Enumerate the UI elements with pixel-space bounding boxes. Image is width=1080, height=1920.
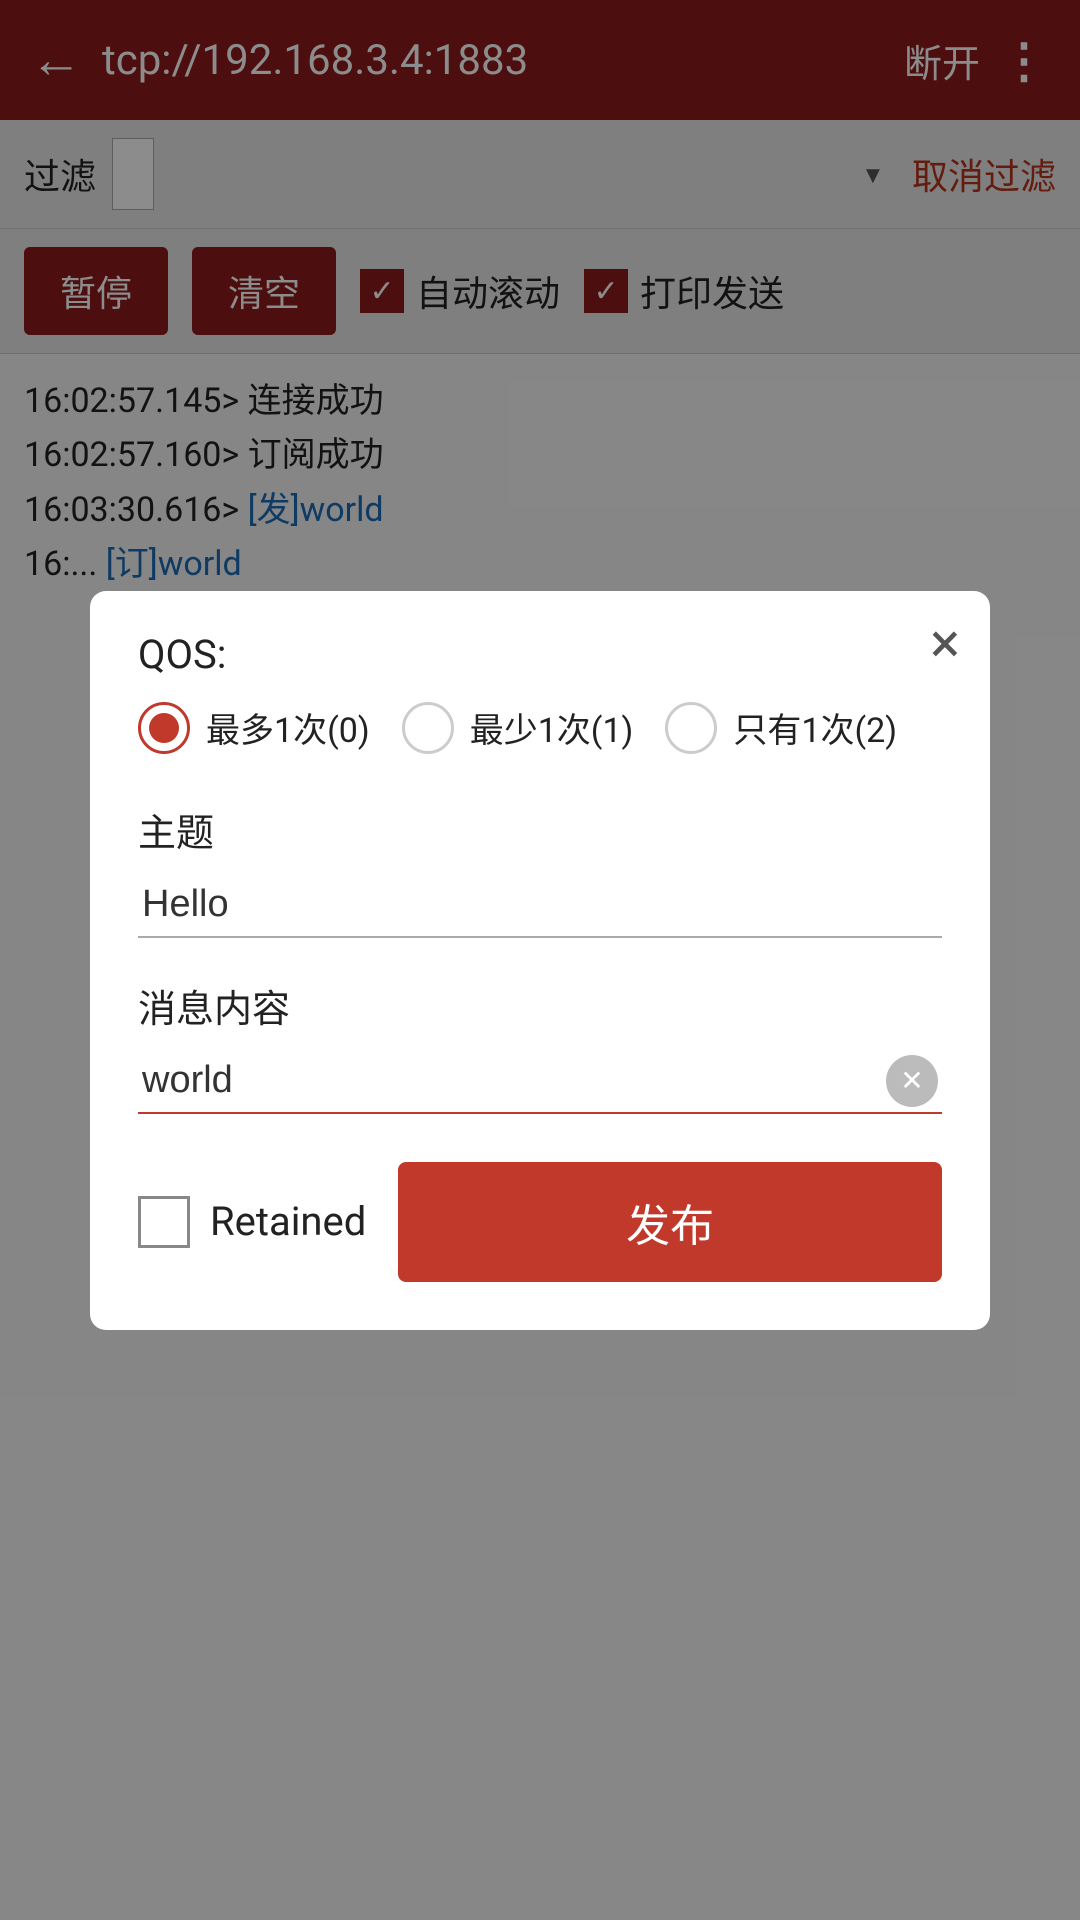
message-section: 消息内容 ✕ xyxy=(138,978,942,1114)
message-input-wrap: ✕ xyxy=(138,1049,942,1114)
retained-checkbox[interactable] xyxy=(138,1196,190,1248)
retained-label: Retained xyxy=(210,1198,366,1245)
topic-section: 主题 xyxy=(138,802,942,938)
qos-option-1[interactable]: 最少1次(1) xyxy=(402,702,634,754)
publish-dialog: × QOS: 最多1次(0) 最少1次(1) 只有1次(2) 主题 xyxy=(90,591,990,1330)
qos-label-0: 最多1次(0) xyxy=(206,703,370,752)
qos-radio-2[interactable] xyxy=(665,702,717,754)
message-clear-button[interactable]: ✕ xyxy=(886,1055,938,1107)
qos-option-2[interactable]: 只有1次(2) xyxy=(665,702,897,754)
clear-icon: ✕ xyxy=(900,1067,923,1095)
qos-radio-1[interactable] xyxy=(402,702,454,754)
qos-options-row: 最多1次(0) 最少1次(1) 只有1次(2) xyxy=(138,702,942,754)
qos-option-0[interactable]: 最多1次(0) xyxy=(138,702,370,754)
qos-label-1: 最少1次(1) xyxy=(470,703,634,752)
dialog-bottom-row: Retained 发布 xyxy=(138,1162,942,1282)
retained-wrap: Retained xyxy=(138,1196,366,1248)
publish-button[interactable]: 发布 xyxy=(398,1162,942,1282)
topic-label: 主题 xyxy=(138,802,942,857)
qos-label-2: 只有1次(2) xyxy=(733,703,897,752)
topic-input[interactable] xyxy=(138,873,942,938)
modal-overlay: × QOS: 最多1次(0) 最少1次(1) 只有1次(2) 主题 xyxy=(0,0,1080,1920)
dialog-close-button[interactable]: × xyxy=(930,615,960,671)
message-label: 消息内容 xyxy=(138,978,942,1033)
qos-radio-inner-0 xyxy=(149,713,179,743)
qos-label: QOS: xyxy=(138,631,942,678)
qos-radio-0[interactable] xyxy=(138,702,190,754)
message-input[interactable] xyxy=(138,1049,942,1114)
